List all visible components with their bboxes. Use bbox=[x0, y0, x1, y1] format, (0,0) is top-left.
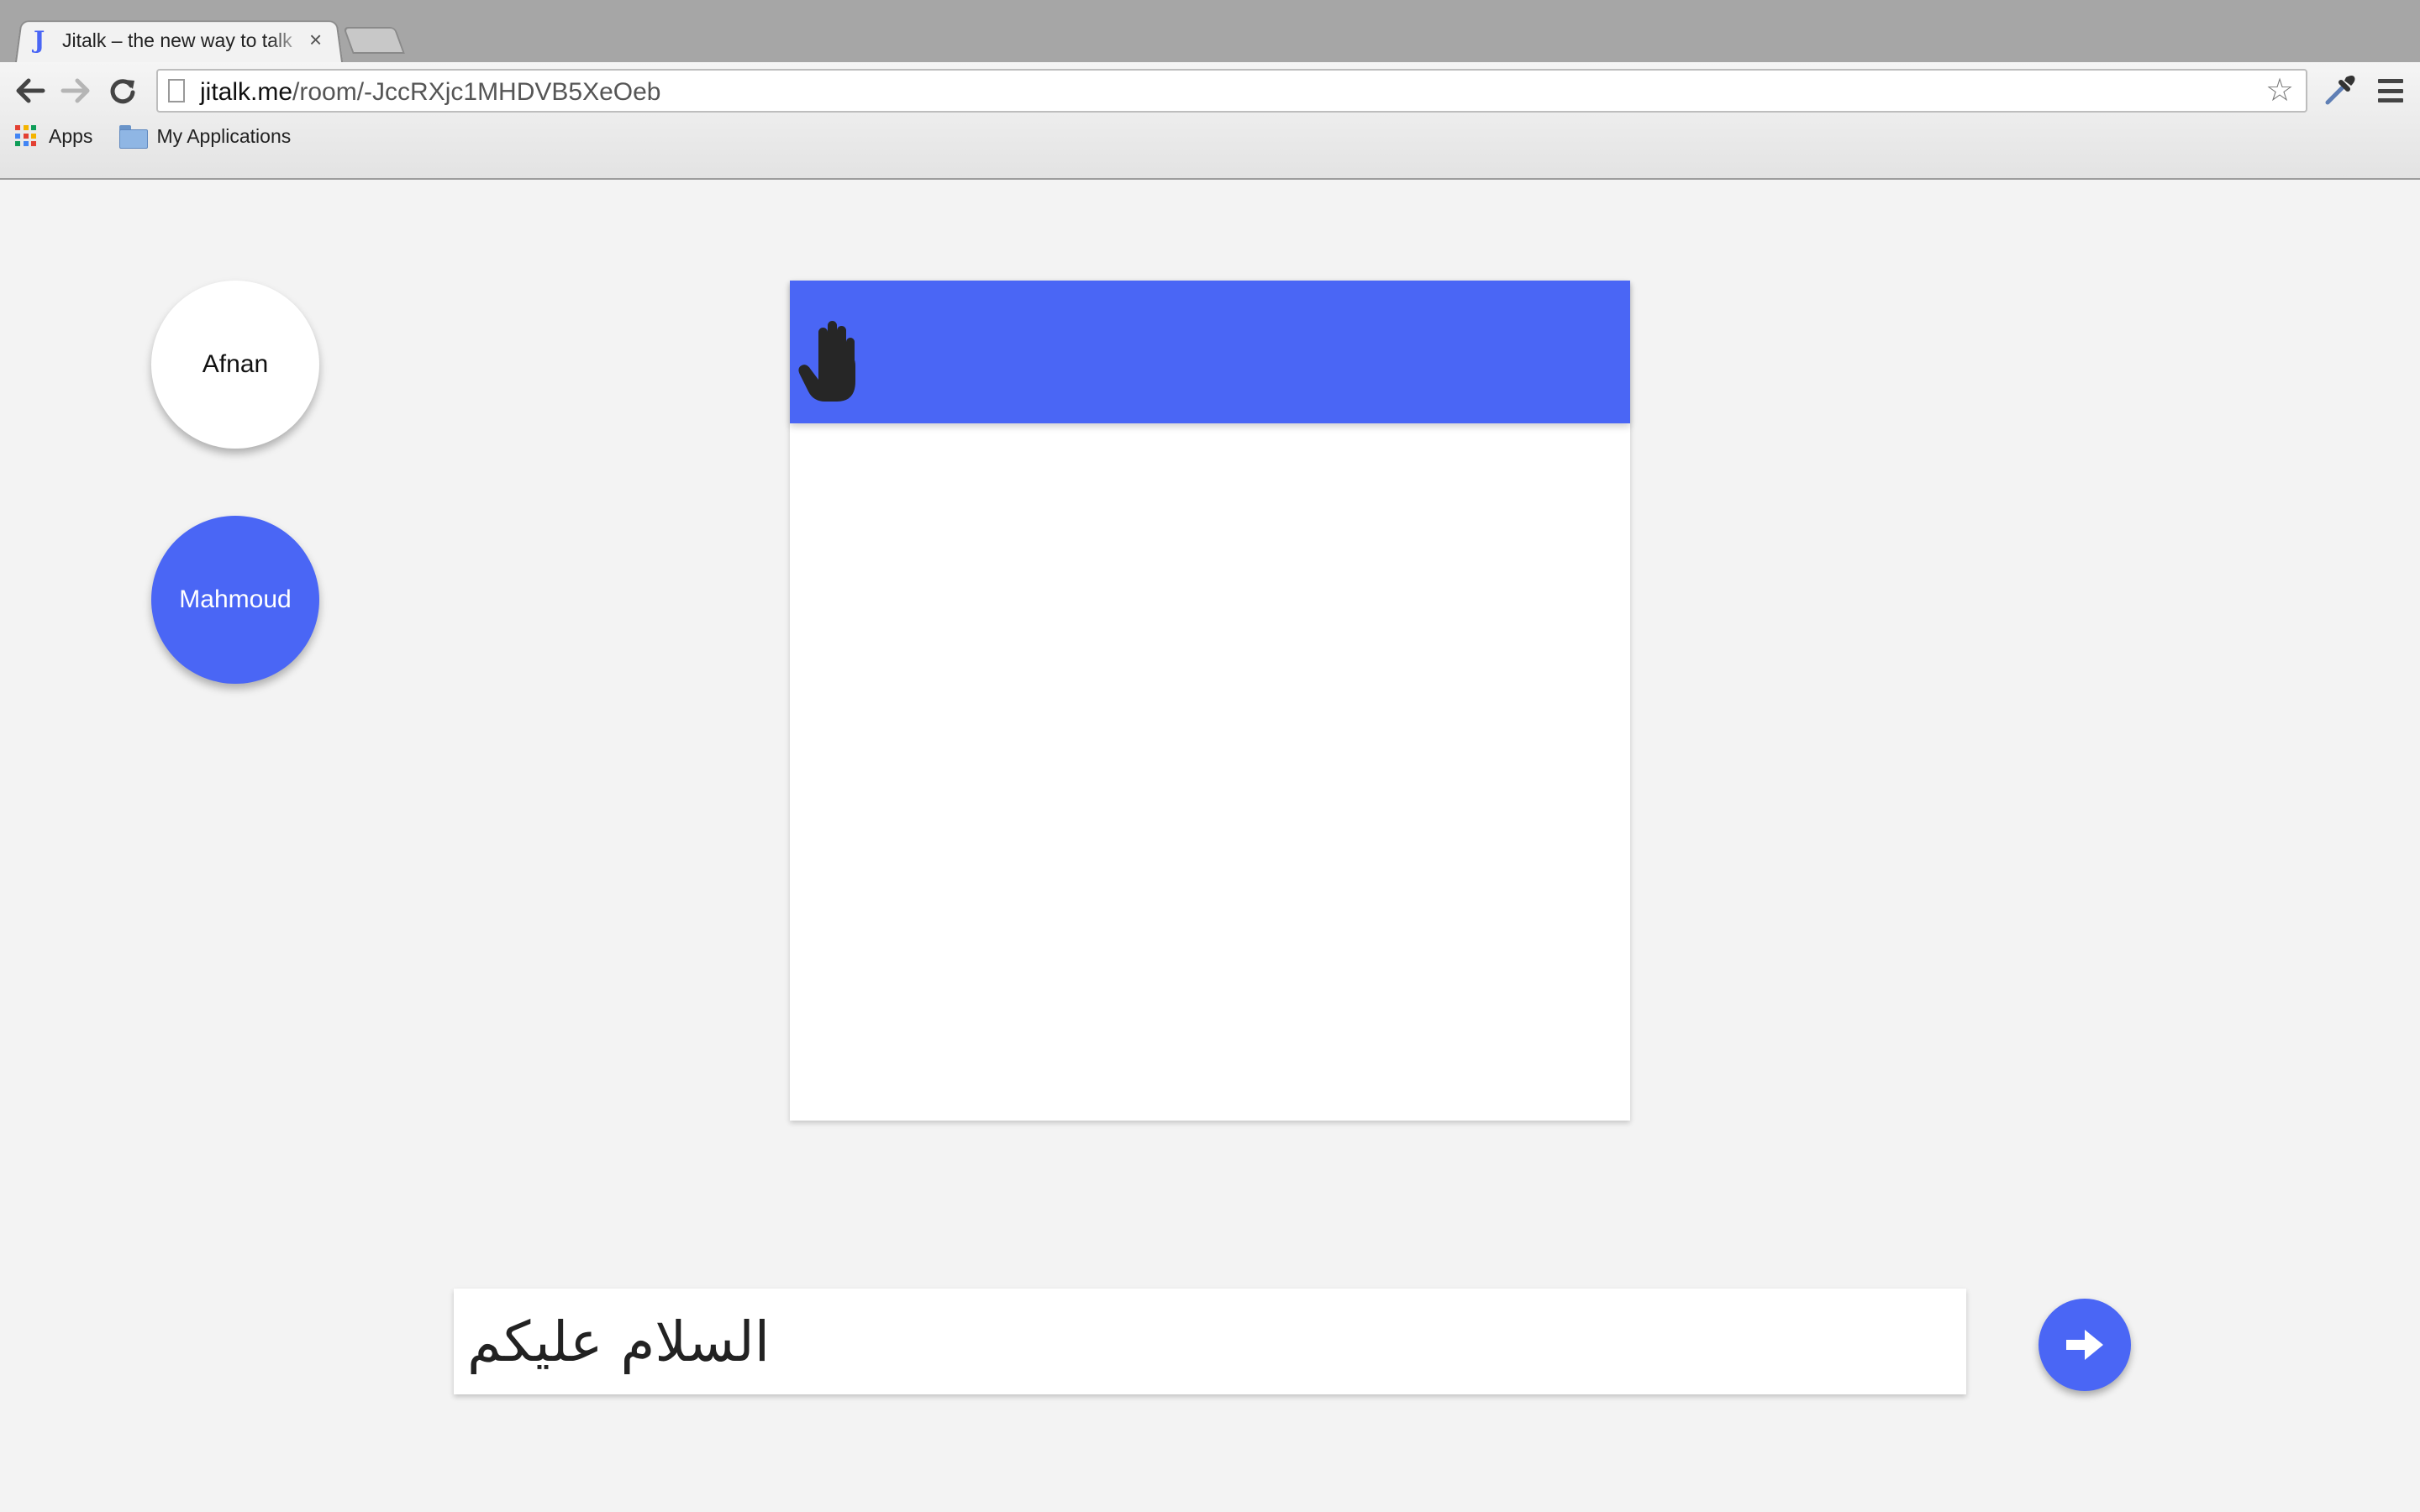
raised-hand-icon bbox=[797, 318, 860, 405]
user-bubble-mahmoud[interactable]: Mahmoud bbox=[151, 516, 319, 684]
bookmark-apps[interactable]: Apps bbox=[15, 125, 92, 148]
bookmarks-bar: Apps My Applications bbox=[0, 121, 672, 151]
url-path: /room/-JccRXjc1MHDVB5XeOeb bbox=[292, 78, 661, 106]
user-name: Mahmoud bbox=[179, 585, 292, 613]
forward-arrow-icon[interactable] bbox=[57, 72, 94, 109]
tab-strip: J Jitalk – the new way to talk × bbox=[0, 0, 2420, 63]
new-tab-button[interactable] bbox=[343, 27, 405, 54]
arrow-right-icon bbox=[2066, 1330, 2103, 1360]
reload-icon[interactable] bbox=[104, 72, 141, 109]
bookmark-apps-label: Apps bbox=[49, 124, 93, 147]
eyedropper-icon[interactable] bbox=[2321, 71, 2360, 109]
star-icon[interactable]: ☆ bbox=[2265, 74, 2294, 108]
tab-title: Jitalk – the new way to talk bbox=[62, 29, 292, 51]
message-input[interactable] bbox=[454, 1289, 1966, 1394]
tab-content[interactable]: J Jitalk – the new way to talk bbox=[34, 24, 336, 57]
chat-card bbox=[790, 281, 1630, 1121]
url-text[interactable]: jitalk.me/room/-JccRXjc1MHDVB5XeOeb bbox=[200, 79, 661, 106]
user-name: Afnan bbox=[202, 350, 269, 378]
address-bar[interactable]: jitalk.me/room/-JccRXjc1MHDVB5XeOeb ☆ bbox=[156, 69, 2307, 113]
hamburger-menu-icon[interactable] bbox=[2378, 79, 2403, 102]
folder-icon bbox=[119, 125, 149, 149]
page-icon bbox=[168, 79, 185, 102]
jitalk-favicon-icon: J bbox=[34, 26, 45, 54]
bookmark-folder-label: My Applications bbox=[156, 124, 292, 147]
chat-header bbox=[790, 281, 1630, 423]
send-button[interactable] bbox=[2039, 1299, 2131, 1391]
user-bubble-afnan[interactable]: Afnan bbox=[151, 281, 319, 449]
url-host: jitalk.me bbox=[200, 78, 293, 106]
tab-close-icon[interactable]: × bbox=[309, 27, 322, 52]
bookmark-my-applications[interactable]: My Applications bbox=[108, 124, 292, 149]
back-arrow-icon[interactable] bbox=[12, 72, 49, 109]
apps-grid-icon bbox=[15, 125, 37, 147]
